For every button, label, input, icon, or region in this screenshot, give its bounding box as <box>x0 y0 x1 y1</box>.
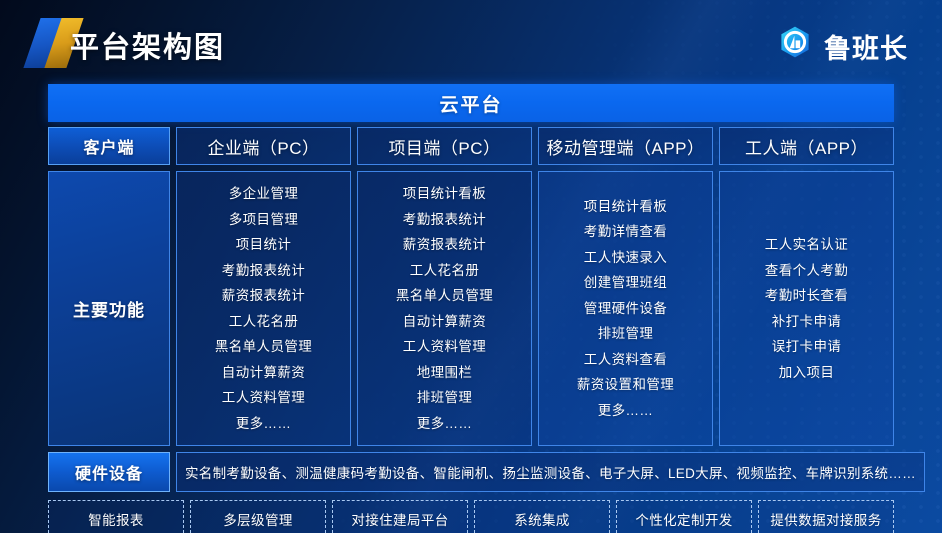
list-item[interactable]: 自动计算薪资 <box>403 309 486 335</box>
brand-name: 鲁班长 <box>824 34 908 64</box>
list-item[interactable]: 补打卡申请 <box>772 309 842 335</box>
hardware-devices-label-text: 硬件设备 <box>74 466 143 483</box>
list-item[interactable]: 项目统计 <box>236 232 292 258</box>
hardware-devices-row: 硬件设备 实名制考勤设备、测温健康码考勤设备、智能闸机、扬尘监测设备、电子大屏、… <box>48 452 925 492</box>
list-item[interactable]: 工人资料管理 <box>403 334 486 360</box>
list-item[interactable]: 薪资报表统计 <box>403 232 486 258</box>
list-item[interactable]: 薪资报表统计 <box>222 283 305 309</box>
client-column-label: 移动管理端（APP） <box>546 138 705 158</box>
hardware-devices-list-text: 实名制考勤设备、测温健康码考勤设备、智能闸机、扬尘监测设备、电子大屏、LED大屏… <box>185 466 916 481</box>
list-item[interactable]: 工人资料查看 <box>584 347 667 373</box>
list-item[interactable]: 排班管理 <box>598 321 654 347</box>
service-label: 系统集成 <box>514 513 570 528</box>
list-item[interactable]: 自动计算薪资 <box>222 360 305 386</box>
list-item[interactable]: 工人花名册 <box>229 309 299 335</box>
service-label: 提供数据对接服务 <box>770 513 882 528</box>
client-header-row: 客户端 企业端（PC） 项目端（PC） 移动管理端（APP） 工人端（APP） <box>48 127 894 165</box>
service-smart-reports[interactable]: 智能报表 <box>48 500 184 533</box>
client-row-label-text: 客户端 <box>83 140 135 157</box>
cloud-platform-bar: 云平台 <box>48 84 894 122</box>
brand-lockup: 鲁班长 <box>775 24 908 69</box>
client-column-mobile-app[interactable]: 移动管理端（APP） <box>538 127 713 165</box>
service-label: 多层级管理 <box>223 513 293 528</box>
list-item[interactable]: 黑名单人员管理 <box>215 334 312 360</box>
list-item[interactable]: 更多…… <box>598 398 654 424</box>
functions-list-enterprise-pc: 多企业管理 多项目管理 项目统计 考勤报表统计 薪资报表统计 工人花名册 黑名单… <box>176 171 351 446</box>
list-item[interactable]: 工人花名册 <box>410 258 480 284</box>
service-label: 智能报表 <box>88 513 144 528</box>
page-header: 平台架构图 鲁班长 <box>0 0 942 80</box>
client-column-project-pc[interactable]: 项目端（PC） <box>357 127 532 165</box>
list-item[interactable]: 创建管理班组 <box>584 270 667 296</box>
list-item[interactable]: 地理围栏 <box>417 360 473 386</box>
list-item[interactable]: 管理硬件设备 <box>584 296 667 322</box>
service-multi-level-management[interactable]: 多层级管理 <box>190 500 326 533</box>
client-column-label: 工人端（APP） <box>744 138 869 158</box>
service-label: 个性化定制开发 <box>635 513 733 528</box>
hardware-devices-label: 硬件设备 <box>48 452 170 492</box>
list-item[interactable]: 项目统计看板 <box>584 194 667 220</box>
service-custom-development[interactable]: 个性化定制开发 <box>616 500 752 533</box>
list-item[interactable]: 查看个人考勤 <box>765 258 848 284</box>
cloud-platform-label: 云平台 <box>439 94 503 116</box>
list-item[interactable]: 工人资料管理 <box>222 385 305 411</box>
list-item[interactable]: 黑名单人员管理 <box>396 283 493 309</box>
service-housing-bureau-integration[interactable]: 对接住建局平台 <box>332 500 468 533</box>
list-item[interactable]: 更多…… <box>236 411 292 437</box>
architecture-diagram-canvas: 平台架构图 鲁班长 云平台 客户端 企业端（PC） 项目端（PC） 移动管理端（… <box>0 0 942 533</box>
client-column-enterprise-pc[interactable]: 企业端（PC） <box>176 127 351 165</box>
service-label: 对接住建局平台 <box>351 513 449 528</box>
hardware-devices-list: 实名制考勤设备、测温健康码考勤设备、智能闸机、扬尘监测设备、电子大屏、LED大屏… <box>176 452 925 492</box>
page-title: 平台架构图 <box>70 32 226 64</box>
list-item[interactable]: 工人实名认证 <box>765 232 848 258</box>
main-functions-label-text: 主要功能 <box>73 301 145 320</box>
functions-list-worker-app: 工人实名认证 查看个人考勤 考勤时长查看 补打卡申请 误打卡申请 加入项目 <box>719 171 894 446</box>
functions-list-mobile-app: 项目统计看板 考勤详情查看 工人快速录入 创建管理班组 管理硬件设备 排班管理 … <box>538 171 713 446</box>
list-item[interactable]: 多项目管理 <box>229 207 299 233</box>
hexagon-building-logo-icon <box>775 24 815 69</box>
services-row: 智能报表 多层级管理 对接住建局平台 系统集成 个性化定制开发 提供数据对接服务 <box>48 500 894 533</box>
list-item[interactable]: 项目统计看板 <box>403 181 486 207</box>
client-column-label: 项目端（PC） <box>388 138 501 158</box>
list-item[interactable]: 排班管理 <box>417 385 473 411</box>
service-system-integration[interactable]: 系统集成 <box>474 500 610 533</box>
client-column-worker-app[interactable]: 工人端（APP） <box>719 127 894 165</box>
main-functions-label: 主要功能 <box>48 171 170 446</box>
list-item[interactable]: 薪资设置和管理 <box>577 372 674 398</box>
functions-list-project-pc: 项目统计看板 考勤报表统计 薪资报表统计 工人花名册 黑名单人员管理 自动计算薪… <box>357 171 532 446</box>
list-item[interactable]: 工人快速录入 <box>584 245 667 271</box>
list-item[interactable]: 考勤报表统计 <box>403 207 486 233</box>
client-row-label: 客户端 <box>48 127 170 165</box>
list-item[interactable]: 考勤时长查看 <box>765 283 848 309</box>
client-column-label: 企业端（PC） <box>207 138 320 158</box>
list-item[interactable]: 考勤报表统计 <box>222 258 305 284</box>
list-item[interactable]: 考勤详情查看 <box>584 219 667 245</box>
main-functions-row: 主要功能 多企业管理 多项目管理 项目统计 考勤报表统计 薪资报表统计 工人花名… <box>48 171 894 446</box>
list-item[interactable]: 多企业管理 <box>229 181 299 207</box>
list-item[interactable]: 误打卡申请 <box>772 334 842 360</box>
list-item[interactable]: 更多…… <box>417 411 473 437</box>
architecture-grid: 客户端 企业端（PC） 项目端（PC） 移动管理端（APP） 工人端（APP） … <box>48 127 925 533</box>
list-item[interactable]: 加入项目 <box>779 360 835 386</box>
service-data-integration[interactable]: 提供数据对接服务 <box>758 500 894 533</box>
